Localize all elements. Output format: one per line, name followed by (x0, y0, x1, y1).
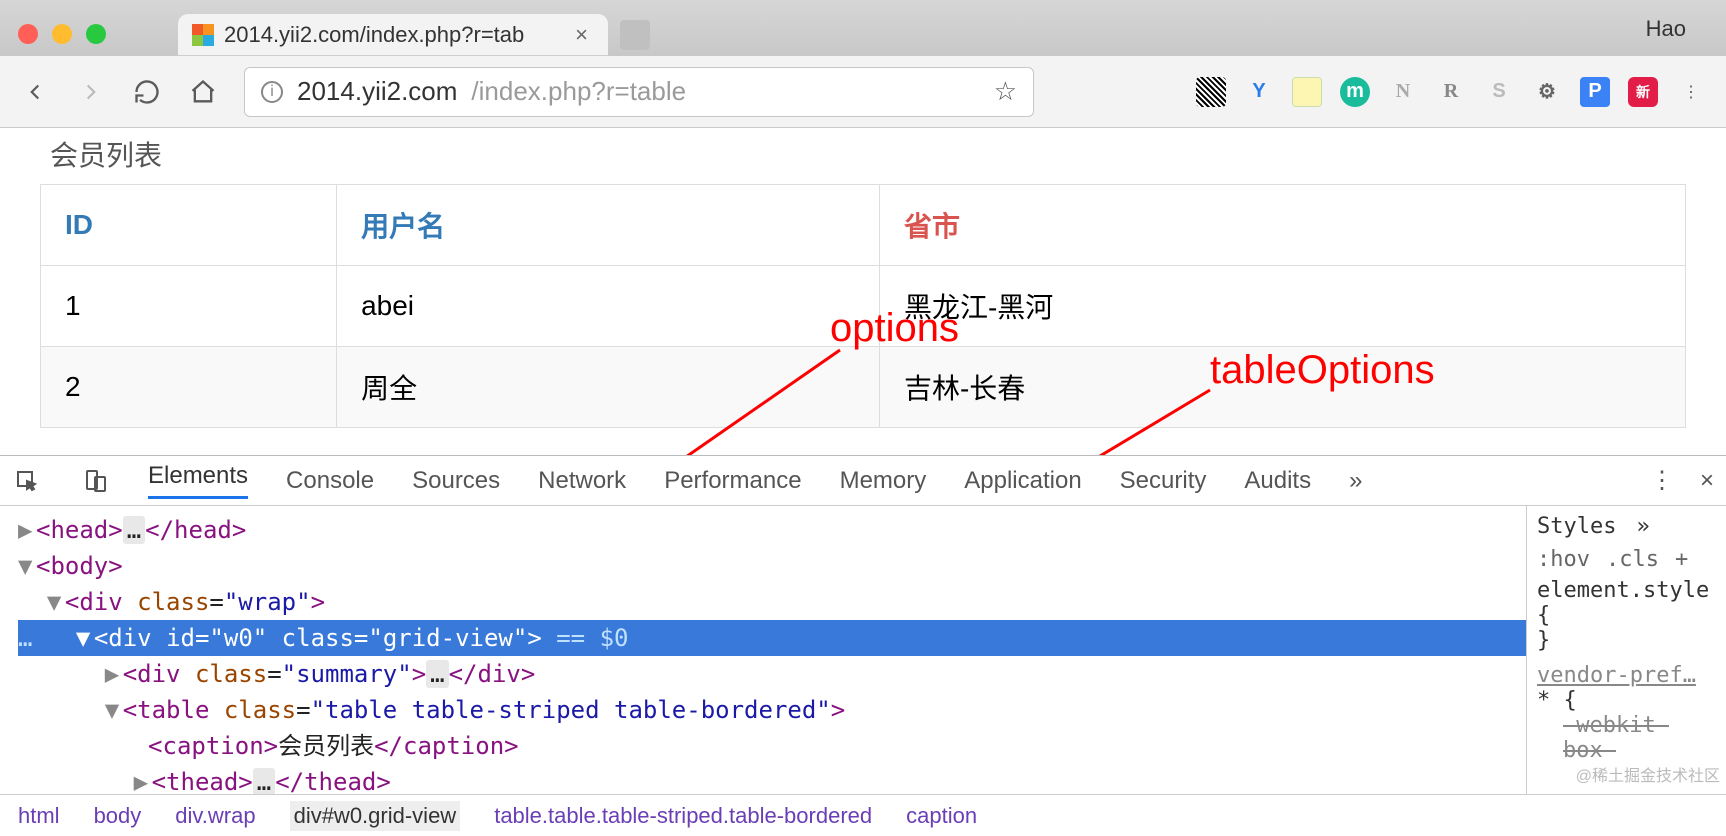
page-title: 会员列表 (50, 134, 1686, 174)
tab-memory[interactable]: Memory (840, 467, 927, 495)
hov-toggle[interactable]: :hov (1537, 547, 1590, 572)
reload-icon[interactable] (132, 77, 162, 107)
ext-gear-icon[interactable]: ⚙ (1532, 77, 1562, 107)
inspect-icon[interactable] (12, 466, 42, 496)
vendor-link[interactable]: vendor-pref… (1537, 663, 1696, 688)
cell-id: 1 (41, 266, 337, 347)
info-icon: i (261, 81, 283, 103)
tab-audits[interactable]: Audits (1244, 467, 1311, 495)
tab-application[interactable]: Application (964, 467, 1081, 495)
cell-province: 吉林-长春 (879, 347, 1685, 428)
maximize-window-icon[interactable] (86, 24, 106, 44)
ext-note-icon[interactable] (1292, 77, 1322, 107)
table-header-row: ID 用户名 省市 (41, 185, 1686, 266)
breadcrumb: html body div.wrap div#w0.grid-view tabl… (0, 794, 1726, 836)
cell-id: 2 (41, 347, 337, 428)
add-rule-icon[interactable]: + (1675, 547, 1688, 572)
ext-p-icon[interactable]: P (1580, 77, 1610, 107)
star-icon[interactable]: ☆ (994, 76, 1017, 107)
watermark: @稀土掘金技术社区 (1576, 762, 1720, 786)
tab-close-icon[interactable]: × (575, 22, 588, 48)
th-user[interactable]: 用户名 (337, 185, 880, 266)
strike-prop: -webkit-box- (1563, 713, 1716, 763)
devtools: Elements Console Sources Network Perform… (0, 455, 1726, 836)
style-rule: * { (1537, 688, 1716, 713)
back-icon[interactable] (20, 77, 50, 107)
tab-sources[interactable]: Sources (412, 467, 500, 495)
menu-icon[interactable]: ⋮ (1676, 77, 1706, 107)
th-province[interactable]: 省市 (879, 185, 1685, 266)
url-bar[interactable]: i 2014.yii2.com/index.php?r=table ☆ (244, 67, 1034, 117)
home-icon[interactable] (188, 77, 218, 107)
crumb[interactable]: body (94, 803, 142, 829)
cls-toggle[interactable]: .cls (1606, 547, 1659, 572)
browser-chrome: 2014.yii2.com/index.php?r=tab × Hao i 20… (0, 0, 1726, 128)
styles-panel[interactable]: Styles » :hov .cls + element.style { } vend… (1526, 506, 1726, 794)
ext-y-icon[interactable]: Y (1244, 77, 1274, 107)
cell-user: 周全 (337, 347, 880, 428)
ext-r-icon[interactable]: R (1436, 77, 1466, 107)
tab-strip: 2014.yii2.com/index.php?r=tab × Hao (0, 0, 1726, 56)
ext-qr-icon[interactable] (1196, 77, 1226, 107)
th-id[interactable]: ID (41, 185, 337, 266)
tab-performance[interactable]: Performance (664, 467, 801, 495)
page-content: 会员列表 ID 用户名 省市 1 abei 黑龙江-黑河 2 周全 吉林-长春 (0, 134, 1726, 428)
crumb[interactable]: table.table.table-striped.table-bordered (494, 803, 872, 829)
devtools-close-icon[interactable]: × (1700, 467, 1714, 495)
tab-network[interactable]: Network (538, 467, 626, 495)
close-window-icon[interactable] (18, 24, 38, 44)
styles-more[interactable]: » (1636, 514, 1649, 539)
devtools-menu-icon[interactable]: ⋮ (1650, 466, 1674, 495)
url-path: /index.php?r=table (471, 76, 686, 107)
minimize-window-icon[interactable] (52, 24, 72, 44)
style-rule: } (1537, 628, 1716, 653)
favicon-icon (192, 24, 214, 46)
cell-user: abei (337, 266, 880, 347)
crumb[interactable]: div.wrap (175, 803, 255, 829)
ext-m-icon[interactable]: m (1340, 77, 1370, 107)
profile-name[interactable]: Hao (1646, 16, 1686, 42)
crumb[interactable]: html (18, 803, 60, 829)
ext-s-icon[interactable]: S (1484, 77, 1514, 107)
table-row: 2 周全 吉林-长春 (41, 347, 1686, 428)
device-icon[interactable] (80, 466, 110, 496)
elements-panel[interactable]: ▶<head>…</head> ▼<body> ▼<div class="wra… (0, 506, 1526, 794)
ext-p2-icon[interactable]: 新 (1628, 77, 1658, 107)
tab-title: 2014.yii2.com/index.php?r=tab (224, 22, 524, 48)
tab-security[interactable]: Security (1120, 467, 1207, 495)
ext-n-icon[interactable]: N (1388, 77, 1418, 107)
crumb[interactable]: caption (906, 803, 977, 829)
devtools-tabs: Elements Console Sources Network Perform… (0, 456, 1726, 506)
tab-elements[interactable]: Elements (148, 462, 248, 499)
styles-tab[interactable]: Styles (1537, 514, 1616, 539)
tab-console[interactable]: Console (286, 467, 374, 495)
window-controls (18, 24, 106, 44)
browser-tab[interactable]: 2014.yii2.com/index.php?r=tab × (178, 14, 608, 56)
members-table: ID 用户名 省市 1 abei 黑龙江-黑河 2 周全 吉林-长春 (40, 184, 1686, 428)
url-host: 2014.yii2.com (297, 76, 457, 107)
style-rule: element.style { (1537, 578, 1716, 628)
crumb[interactable]: div#w0.grid-view (290, 801, 461, 831)
forward-icon (76, 77, 106, 107)
extensions: Y m N R S ⚙ P 新 ⋮ (1196, 77, 1706, 107)
tab-more[interactable]: » (1349, 467, 1362, 495)
nav-bar: i 2014.yii2.com/index.php?r=table ☆ Y m … (0, 56, 1726, 128)
cell-province: 黑龙江-黑河 (879, 266, 1685, 347)
new-tab-button[interactable] (620, 20, 650, 50)
table-row: 1 abei 黑龙江-黑河 (41, 266, 1686, 347)
